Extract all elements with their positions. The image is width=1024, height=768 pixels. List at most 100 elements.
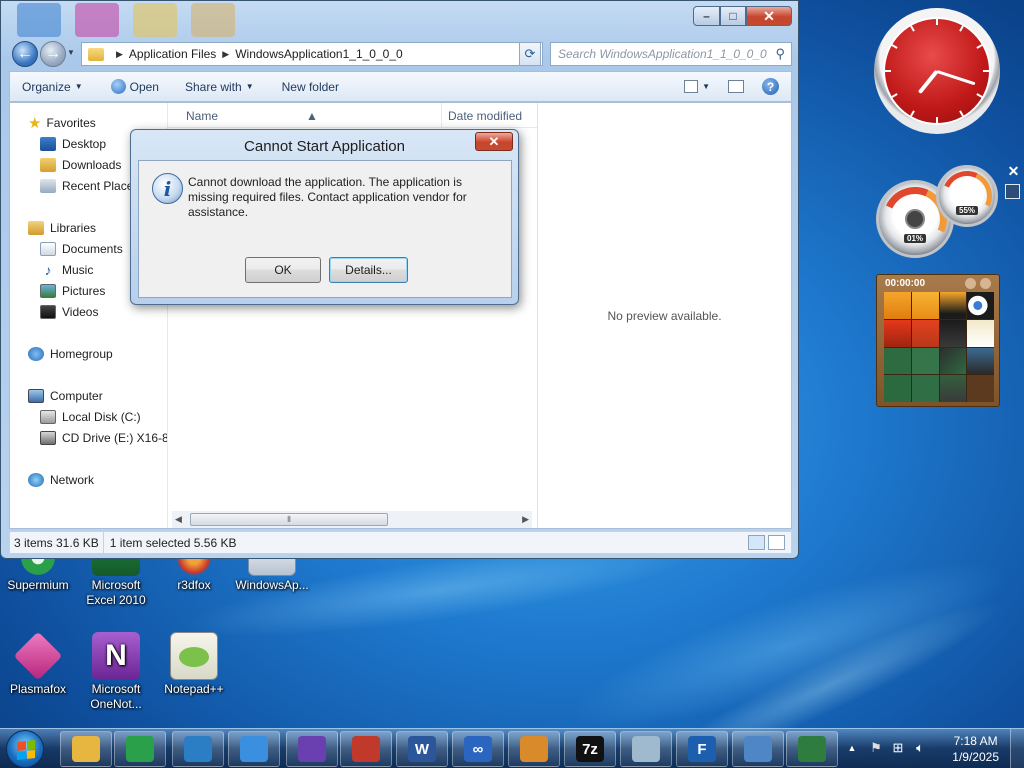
clock-tick xyxy=(936,117,938,123)
taskbar-button-paint-app[interactable] xyxy=(508,731,560,767)
nav-item-cd-drive[interactable]: CD Drive (E:) X16-81 xyxy=(40,428,167,448)
close-button[interactable]: ✕ xyxy=(746,6,792,26)
search-input[interactable]: Search WindowsApplication1_1_0_0_0 ⚲ xyxy=(550,42,792,66)
volume-icon[interactable]: 🔈︎ xyxy=(912,740,928,756)
open-button[interactable]: Open xyxy=(102,72,168,101)
puzzle-tile[interactable] xyxy=(911,375,939,402)
puzzle-tile[interactable] xyxy=(911,319,939,347)
nav-item-computer[interactable]: Computer xyxy=(28,386,103,406)
taskbar-button-virus-app[interactable] xyxy=(286,731,338,767)
dialog-close-button[interactable]: ✕ xyxy=(475,132,513,151)
puzzle-tile[interactable] xyxy=(884,375,911,402)
puzzle-tile[interactable] xyxy=(967,319,994,347)
nav-item-local-disk[interactable]: Local Disk (C:) xyxy=(40,407,141,427)
taskbar-button-bug-app[interactable] xyxy=(340,731,392,767)
forward-button[interactable]: → xyxy=(40,41,66,67)
minimize-button[interactable]: – xyxy=(693,6,720,26)
desktop-icon-plasmafox[interactable]: Plasmafox xyxy=(0,631,76,697)
taskbar-button-word[interactable]: W xyxy=(396,731,448,767)
network-tray-icon[interactable]: ⊞ xyxy=(890,740,906,756)
nav-item-videos[interactable]: Videos xyxy=(40,302,98,322)
recent-pages-dropdown[interactable]: ▼ xyxy=(67,48,75,57)
back-button[interactable]: ← xyxy=(12,41,38,67)
nav-item-documents[interactable]: Documents xyxy=(40,239,123,259)
puzzle-tile[interactable] xyxy=(967,347,994,375)
action-center-flag-icon[interactable]: ⚑ xyxy=(868,740,884,756)
new-folder-button[interactable]: New folder xyxy=(273,72,348,101)
nav-item-downloads[interactable]: Downloads xyxy=(40,155,121,175)
nav-item-recent-places[interactable]: Recent Places xyxy=(40,176,139,196)
cd-drive-icon xyxy=(40,431,56,445)
desktop-icon-label: Microsoft Excel 2010 xyxy=(86,578,146,607)
puzzle-tile[interactable] xyxy=(939,319,967,347)
desktop-icon-onenote[interactable]: N Microsoft OneNot... xyxy=(78,632,154,712)
scroll-thumb[interactable]: ⦀ xyxy=(190,513,388,526)
gadget-options-icon[interactable] xyxy=(1005,184,1020,199)
horizontal-scrollbar[interactable]: ◀ ⦀ ▶ xyxy=(172,511,532,528)
memory-meter-gadget[interactable]: 55% xyxy=(934,163,1000,229)
taskbar-button-usb-app[interactable] xyxy=(228,731,280,767)
show-hidden-icons-icon[interactable]: ▲ xyxy=(844,740,860,756)
nav-item-pictures[interactable]: Pictures xyxy=(40,281,105,301)
taskbar-button-7zip[interactable]: 7z xyxy=(564,731,616,767)
nav-item-network[interactable]: Network xyxy=(28,470,94,490)
taskbar-clock[interactable]: 7:18 AM 1/9/2025 xyxy=(952,733,999,765)
help-button[interactable]: ? xyxy=(753,72,791,101)
address-bar[interactable]: ▶ Application Files ▶ WindowsApplication… xyxy=(81,42,543,66)
puzzle-tile[interactable] xyxy=(884,319,911,347)
puzzle-tile[interactable] xyxy=(884,347,911,375)
preview-pane-button[interactable] xyxy=(719,72,753,101)
search-icon[interactable]: ⚲ xyxy=(775,46,785,62)
puzzle-tile[interactable] xyxy=(939,292,967,319)
puzzle-tile[interactable] xyxy=(884,292,911,319)
nav-label: Recent Places xyxy=(62,179,140,193)
taskbar-button-filezilla[interactable]: F xyxy=(676,731,728,767)
change-view-button[interactable]: ▼ xyxy=(675,72,719,101)
desktop-icon-notepadpp[interactable]: Notepad++ xyxy=(156,632,232,697)
details-button[interactable]: Details... xyxy=(329,257,408,283)
picture-puzzle-gadget[interactable]: 00:00:00 xyxy=(876,274,1000,407)
puzzle-pause-icon[interactable] xyxy=(965,278,976,289)
puzzle-tile[interactable] xyxy=(911,292,939,319)
clock-gadget[interactable] xyxy=(874,8,1000,134)
nav-item-desktop[interactable]: Desktop xyxy=(40,134,106,154)
taskbar-button-explorer[interactable] xyxy=(60,731,112,767)
taskbar-button-rdp-app[interactable] xyxy=(732,731,784,767)
ok-button[interactable]: OK xyxy=(245,257,321,283)
refresh-button[interactable]: ⟳ xyxy=(519,42,541,66)
taskbar-button-window-app[interactable] xyxy=(786,731,838,767)
taskbar-button-browser-globe[interactable] xyxy=(172,731,224,767)
organize-button[interactable]: Organize ▼ xyxy=(10,72,92,101)
puzzle-tile[interactable] xyxy=(939,347,967,375)
puzzle-tile[interactable] xyxy=(967,292,994,319)
large-icons-view-icon[interactable] xyxy=(768,535,785,550)
scroll-right-icon[interactable]: ▶ xyxy=(522,514,529,525)
taskbar-button-notepad-app[interactable] xyxy=(620,731,672,767)
scroll-left-icon[interactable]: ◀ xyxy=(175,514,182,525)
puzzle-tile[interactable] xyxy=(967,375,994,402)
puzzle-help-icon[interactable] xyxy=(980,278,991,289)
start-button[interactable] xyxy=(6,730,44,768)
share-with-button[interactable]: Share with ▼ xyxy=(176,72,263,101)
nav-label: Network xyxy=(50,473,95,487)
puzzle-tile[interactable] xyxy=(939,375,967,402)
breadcrumb-item[interactable]: WindowsApplication1_1_0_0_0 xyxy=(235,47,402,61)
maximize-button[interactable]: □ xyxy=(720,6,746,26)
breadcrumb-item[interactable]: Application Files xyxy=(129,47,216,61)
column-divider[interactable] xyxy=(441,103,442,128)
onenote-icon: N xyxy=(92,632,140,680)
nav-item-libraries[interactable]: Libraries xyxy=(28,218,96,238)
column-name[interactable]: Name xyxy=(186,109,218,123)
nav-item-music[interactable]: ♪ Music xyxy=(40,260,94,280)
taskbar-button-infinity-app[interactable]: ∞ xyxy=(452,731,504,767)
nav-item-favorites[interactable]: ★ Favorites xyxy=(28,113,96,133)
puzzle-timer: 00:00:00 xyxy=(885,278,926,289)
details-view-icon[interactable] xyxy=(748,535,765,550)
clock-tick xyxy=(959,25,964,32)
column-date-modified[interactable]: Date modified xyxy=(448,109,522,123)
puzzle-tile[interactable] xyxy=(911,347,939,375)
show-desktop-button[interactable] xyxy=(1010,729,1024,768)
gadget-close-icon[interactable]: ✕ xyxy=(1005,163,1022,180)
nav-item-homegroup[interactable]: Homegroup xyxy=(28,344,113,364)
taskbar-button-supermium[interactable] xyxy=(114,731,166,767)
